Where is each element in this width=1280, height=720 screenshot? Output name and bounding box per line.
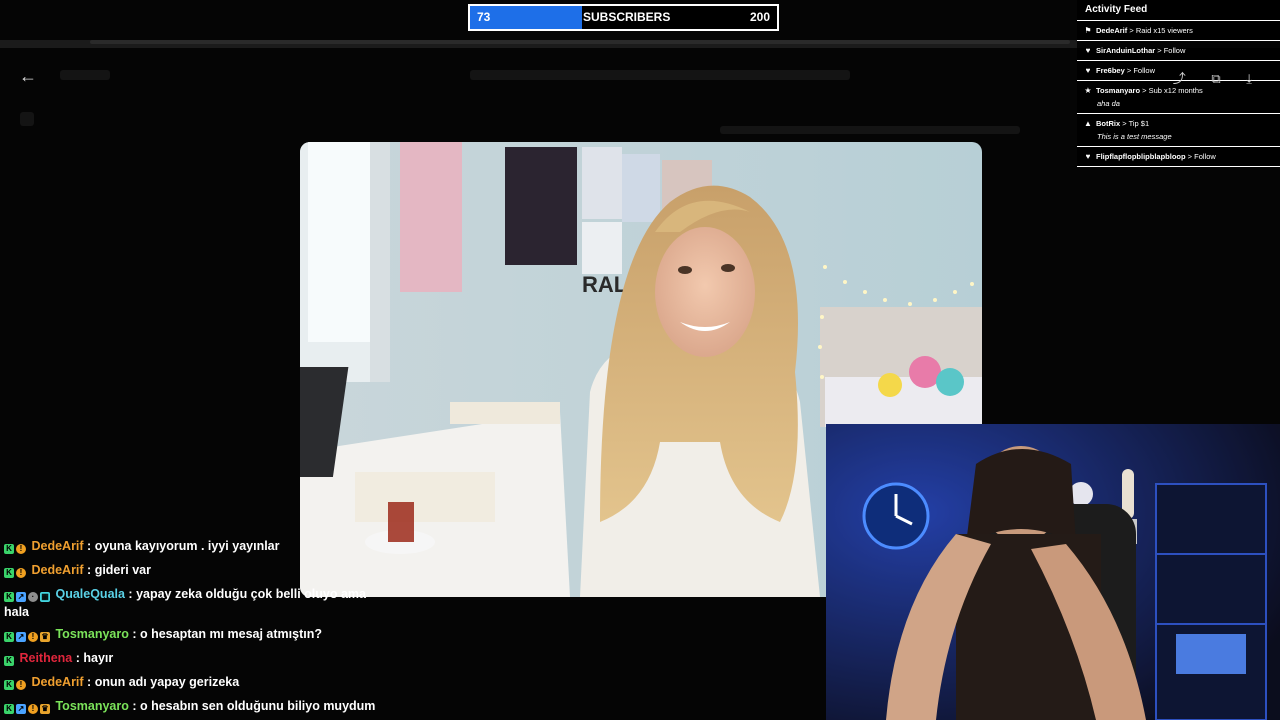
up-badge-icon: ↗ xyxy=(16,704,26,714)
sub-badge-icon: ! xyxy=(28,632,38,642)
chat-text: oyuna kayıyorum . iyyi yayınlar xyxy=(94,539,280,553)
chat-text: gideri var xyxy=(94,563,151,577)
chat-username[interactable]: Tosmanyaro xyxy=(52,627,128,641)
k-badge-icon: K xyxy=(4,704,14,714)
heart-icon: ♥ xyxy=(1085,66,1091,75)
chat-separator: : xyxy=(83,563,95,577)
chat-separator: : xyxy=(83,539,95,553)
chat-separator: : xyxy=(128,699,140,713)
k-badge-icon: K xyxy=(4,592,14,602)
svg-text:RAL: RAL xyxy=(582,272,627,297)
feed-item: ♥ Flipflapflopblipblapbloop > Follow xyxy=(1077,147,1280,167)
sub-badge-icon: ! xyxy=(16,544,26,554)
raid-icon: ⚑ xyxy=(1084,26,1092,35)
copy-icon[interactable]: ⧉ xyxy=(1211,71,1220,86)
chat-text: hayır xyxy=(83,651,114,665)
sub-badge-icon: ! xyxy=(28,704,38,714)
faint-caption-placeholder xyxy=(720,126,1020,134)
faint-prompt-placeholder xyxy=(470,70,850,80)
feed-item: ♥ SirAnduinLothar > Follow xyxy=(1077,41,1280,61)
feed-item-user: SirAnduinLothar xyxy=(1096,46,1156,55)
back-arrow-icon[interactable]: ← xyxy=(18,66,38,86)
feed-item-user: Flipflapflopblipblapbloop xyxy=(1096,152,1186,161)
goal-label: SUBSCRIBERS xyxy=(583,10,671,24)
star-icon: ★ xyxy=(1084,86,1092,95)
feed-item-action: > Sub x12 months xyxy=(1140,86,1203,95)
streamer-webcam xyxy=(826,424,1280,720)
chat-message: K ↗! ♛ Tosmanyaro : o hesabın sen olduğunu… xyxy=(4,694,394,718)
up-badge-icon: ↗ xyxy=(16,592,26,602)
chat-text-continued: hala xyxy=(4,605,30,619)
toolbar-handle xyxy=(90,40,1070,44)
chat-username[interactable]: DedeArif xyxy=(28,539,83,553)
chat-message: K ↗! ♛ Tosmanyaro : o hesaptan mı mesaj at… xyxy=(4,622,394,646)
feed-item-user: Fre6bey xyxy=(1096,66,1125,75)
crown-badge-icon: ♛ xyxy=(40,632,50,642)
chat-message: K! DedeArif : gideri var xyxy=(4,558,394,582)
chat-text: onun adı yapay gerizeka xyxy=(94,675,240,689)
crown-badge-icon: ♛ xyxy=(40,704,50,714)
chat-text: o hesabın sen olduğunu biliyo muydum xyxy=(139,699,376,713)
activity-feed-title: Activity Feed xyxy=(1077,0,1280,21)
chat-username[interactable]: QualeQuala xyxy=(52,587,124,601)
feed-item-user: DedeArif xyxy=(1096,26,1128,35)
download-icon[interactable]: ⤓ xyxy=(1246,71,1252,86)
up-badge-icon: ↗ xyxy=(16,632,26,642)
feed-item-message: This is a test message xyxy=(1097,132,1172,141)
chat-separator: : xyxy=(124,587,137,601)
sub-badge-icon: ! xyxy=(16,568,26,578)
chat-username[interactable]: Reithena xyxy=(16,651,72,665)
feed-item: ⚑ DedeArif > Raid x15 viewers xyxy=(1077,21,1280,41)
ex-badge-icon: · xyxy=(28,592,38,602)
chat-username[interactable]: Tosmanyaro xyxy=(52,699,128,713)
chat-username[interactable]: DedeArif xyxy=(28,675,83,689)
chat-separator: : xyxy=(72,651,84,665)
feed-item: ▲ BotRix > Tip $1 This is a test message xyxy=(1077,114,1280,147)
chat-text: yapay zeka olduğu çok belli oluyo ama xyxy=(136,587,366,601)
feed-item-action: > Raid x15 viewers xyxy=(1127,26,1193,35)
feed-item-user: BotRix xyxy=(1096,119,1121,128)
feed-item-message: aha da xyxy=(1097,99,1120,108)
feed-item-action: > Follow xyxy=(1155,46,1186,55)
faint-settings-placeholder xyxy=(20,112,34,126)
chat-message: K! DedeArif : oyuna kayıyorum . iyyi yay… xyxy=(4,534,394,558)
faint-title-placeholder xyxy=(60,70,110,80)
tip-icon: ▲ xyxy=(1084,119,1092,128)
feed-item-action: > Tip $1 xyxy=(1120,119,1150,128)
chat-overlay: K! DedeArif : oyuna kayıyorum . iyyi yay… xyxy=(4,534,394,718)
image-action-toolbar: ⤴ ⧉ ⤓ xyxy=(1151,68,1252,87)
k-badge-icon: K xyxy=(4,632,14,642)
feed-item-action: > Follow xyxy=(1185,152,1216,161)
chat-message: K ↗ · ▦ QualeQuala : yapay zeka olduğu çok … xyxy=(4,582,394,620)
heart-icon: ♥ xyxy=(1085,46,1091,55)
chat-text: o hesaptan mı mesaj atmıştın? xyxy=(139,627,322,641)
k-badge-icon: K xyxy=(4,656,14,666)
chat-username[interactable]: DedeArif xyxy=(28,563,83,577)
pix-badge-icon: ▦ xyxy=(40,592,50,602)
chat-message: K Reithena : hayır xyxy=(4,646,394,670)
heart-icon: ♥ xyxy=(1085,152,1091,161)
k-badge-icon: K xyxy=(4,568,14,578)
chat-message: K! DedeArif : onun adı yapay gerizeka xyxy=(4,670,394,694)
chat-separator: : xyxy=(83,675,95,689)
k-badge-icon: K xyxy=(4,544,14,554)
subscriber-goal-bar: 73 SUBSCRIBERS 200 xyxy=(468,4,779,31)
k-badge-icon: K xyxy=(4,680,14,690)
sub-badge-icon: ! xyxy=(16,680,26,690)
feed-item-user: Tosmanyaro xyxy=(1096,86,1141,95)
chat-separator: : xyxy=(128,627,140,641)
share-icon[interactable]: ⤴ xyxy=(1173,71,1186,86)
goal-current-count: 73 xyxy=(477,10,491,24)
goal-target-count: 200 xyxy=(749,10,770,24)
